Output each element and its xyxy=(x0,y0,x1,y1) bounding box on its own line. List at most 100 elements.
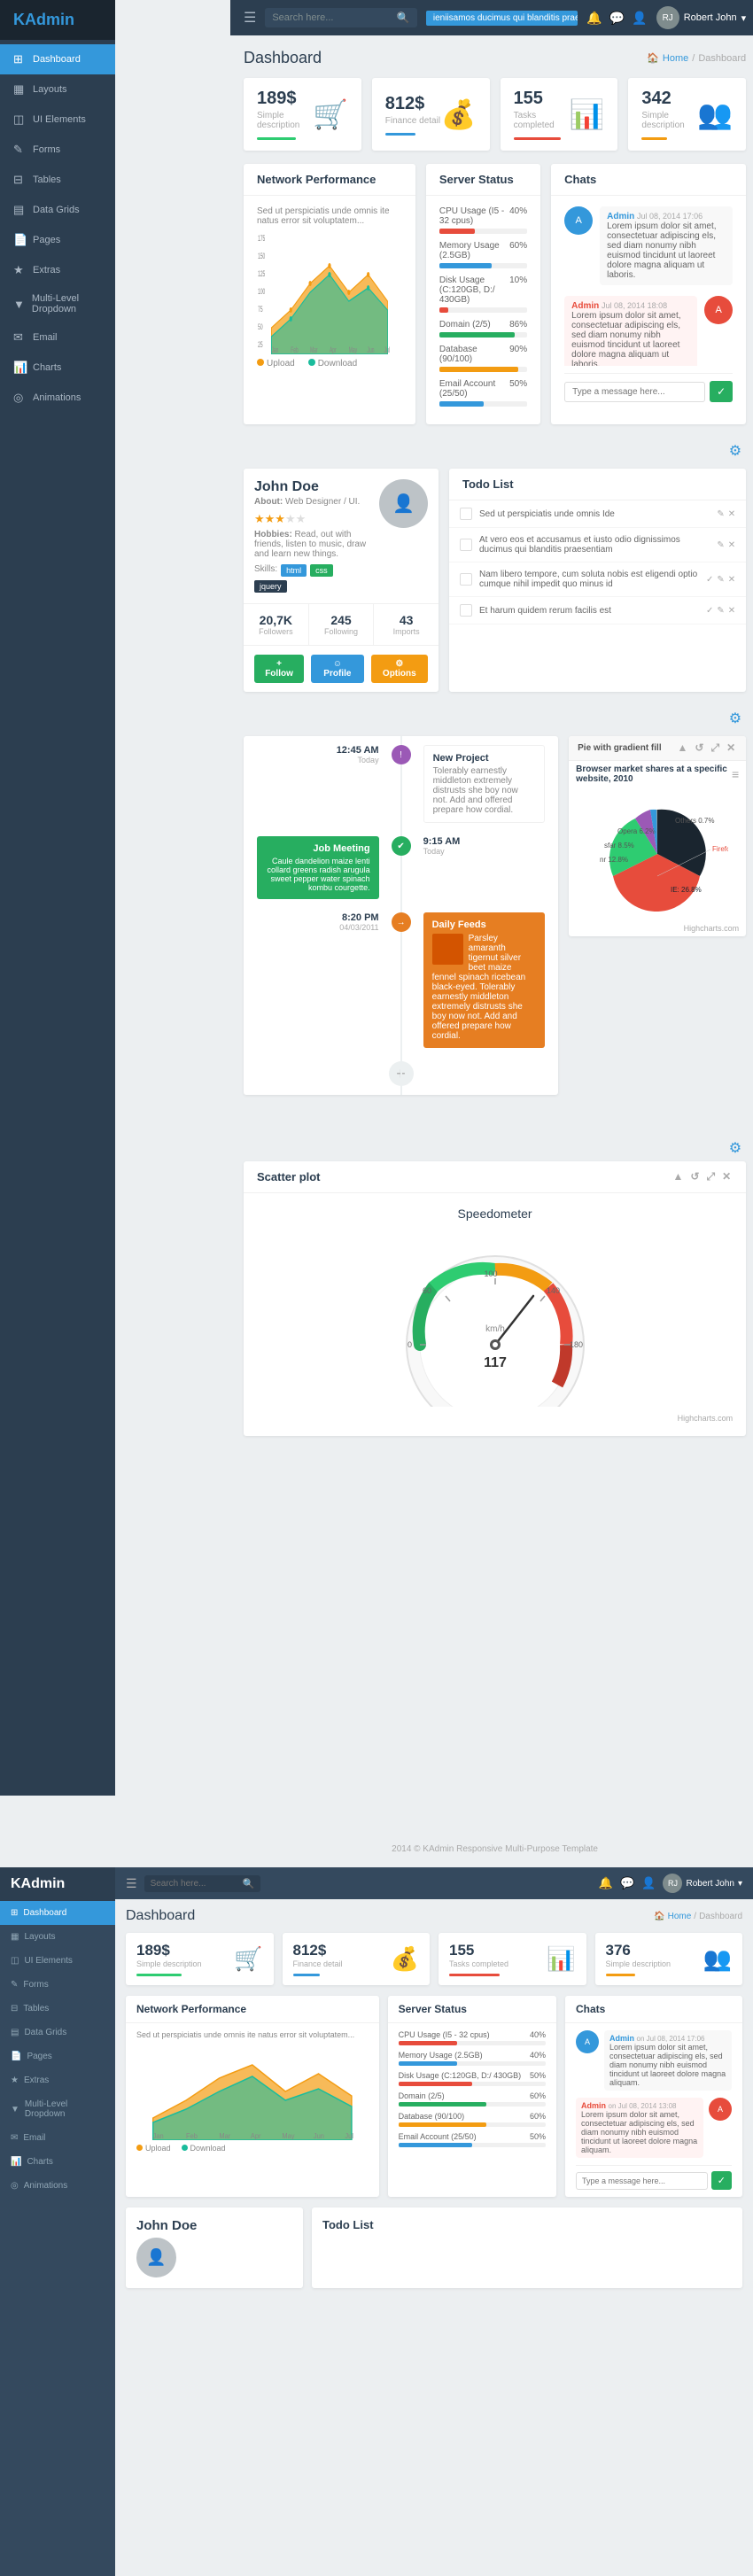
gear-button-2[interactable]: ⚙ xyxy=(725,705,746,732)
breadcrumb-home[interactable]: Home xyxy=(663,53,688,64)
todo-check[interactable] xyxy=(460,508,472,520)
stat-cards: 189$ Simple description 🛒 812$ Finance d… xyxy=(244,78,746,151)
chat-send-button[interactable]: ✓ xyxy=(710,381,733,402)
todo-check-icon[interactable]: ✓ xyxy=(706,575,713,585)
scatter-title: Scatter plot xyxy=(257,1170,321,1183)
timeline-dot-0: ! xyxy=(392,745,411,764)
progress-row-1: Memory Usage (2.5GB)60% xyxy=(439,241,527,268)
s2-chat-input[interactable] xyxy=(576,2172,708,2190)
breadcrumb: 🏠 Home / Dashboard xyxy=(647,52,746,64)
svg-text:175: 175 xyxy=(258,233,265,243)
s2-chat-avatar: A xyxy=(576,2030,599,2053)
s2-user-icon[interactable]: 👤 xyxy=(641,1876,656,1890)
sidebar2: KAdmin ⊞Dashboard ▦Layouts ◫UI Elements … xyxy=(0,1867,115,2576)
todo-delete-icon[interactable]: ✕ xyxy=(728,575,735,585)
chat-input[interactable] xyxy=(564,382,705,402)
s2-home-link[interactable]: Home xyxy=(668,1912,692,1921)
s2-item-ui[interactable]: ◫UI Elements xyxy=(0,1949,115,1973)
s2-chat-bubble-2: Admin on Jul 08, 2014 13:08 Lorem ipsum … xyxy=(576,2098,703,2158)
network-title: Network Performance xyxy=(257,173,376,186)
scatter-close-btn[interactable]: ✕ xyxy=(720,1170,733,1183)
scatter-body: Speedometer xyxy=(244,1193,746,1436)
s2-dashboard-icon: ⊞ xyxy=(11,1908,18,1918)
datagrids-icon: ▤ xyxy=(13,203,26,217)
sidebar-item-dashboard[interactable]: ⊞ Dashboard xyxy=(0,44,115,74)
topbar-user[interactable]: RJ Robert John ▾ xyxy=(656,6,746,29)
todo-check[interactable] xyxy=(460,539,472,551)
sidebar: KAdmin ⊞ Dashboard ▦ Layouts ◫ UI Elemen… xyxy=(0,0,115,1796)
pie-expand-btn[interactable]: ⤢ xyxy=(709,741,721,755)
gear-button[interactable]: ⚙ xyxy=(725,438,746,464)
cart-icon: 🛒 xyxy=(313,97,348,131)
s2-cart-icon: 🛒 xyxy=(234,1945,262,1973)
follow-button[interactable]: + Follow xyxy=(254,655,304,683)
gear-button-3[interactable]: ⚙ xyxy=(725,1135,746,1161)
s2-topbar-user[interactable]: RJ Robert John ▾ xyxy=(663,1874,742,1893)
sidebar-item-charts[interactable]: 📊 Charts xyxy=(0,353,115,383)
sidebar-item-email[interactable]: ✉ Email xyxy=(0,322,115,353)
sidebar-item-extras[interactable]: ★ Extras xyxy=(0,255,115,285)
sidebar-item-pages[interactable]: 📄 Pages xyxy=(0,225,115,255)
s2-profile-name: John Doe xyxy=(136,2218,292,2233)
s2-stat-card-2: 155 Tasks completed 📊 xyxy=(439,1933,586,1985)
s2-chart-area: Jan Feb Mar Apr May Jun Jul xyxy=(136,2043,369,2140)
s2-chat-send-button[interactable]: ✓ xyxy=(711,2171,732,2190)
s2-profile-start: John Doe 👤 xyxy=(126,2207,303,2288)
pie-close-btn[interactable]: ✕ xyxy=(725,741,737,755)
chat-topbar-icon[interactable]: 💬 xyxy=(609,11,625,26)
scatter-collapse-btn[interactable]: ▲ xyxy=(671,1170,686,1183)
todo-edit-icon[interactable]: ✎ xyxy=(717,606,724,616)
todo-delete-icon[interactable]: ✕ xyxy=(728,540,735,550)
bell-icon[interactable]: 🔔 xyxy=(586,11,602,26)
sidebar-item-layouts[interactable]: ▦ Layouts xyxy=(0,74,115,105)
s2-item-forms[interactable]: ✎Forms xyxy=(0,1973,115,1997)
s2-item-charts[interactable]: 📊Charts xyxy=(0,2150,115,2174)
sidebar-item-data-grids[interactable]: ▤ Data Grids xyxy=(0,195,115,225)
s2-item-datagrids[interactable]: ▤Data Grids xyxy=(0,2021,115,2045)
s2-item-tables[interactable]: ⊟Tables xyxy=(0,1997,115,2021)
user-topbar-icon[interactable]: 👤 xyxy=(632,11,647,26)
profile-button[interactable]: ☺ Profile xyxy=(311,655,364,683)
todo-edit-icon[interactable]: ✎ xyxy=(717,540,724,550)
s2-item-multilevel[interactable]: ▼Multi-Level Dropdown xyxy=(0,2092,115,2126)
sidebar-item-multilevel[interactable]: ▼ Multi-Level Dropdown xyxy=(0,285,115,322)
todo-item-2: Nam libero tempore, cum soluta nobis est… xyxy=(449,563,746,597)
todo-delete-icon[interactable]: ✕ xyxy=(728,509,735,519)
s2-item-pages[interactable]: 📄Pages xyxy=(0,2045,115,2068)
todo-check-icon[interactable]: ✓ xyxy=(706,606,713,616)
pie-refresh-btn[interactable]: ↺ xyxy=(693,741,705,755)
todo-delete-icon[interactable]: ✕ xyxy=(728,606,735,616)
s2-item-animations[interactable]: ◎Animations xyxy=(0,2174,115,2198)
s2-item-email[interactable]: ✉Email xyxy=(0,2126,115,2150)
sidebar-item-ui-elements[interactable]: ◫ UI Elements xyxy=(0,105,115,135)
menu-icon[interactable]: ☰ xyxy=(244,9,256,27)
server-status-panel: Server Status CPU Usage (I5 - 32 cpus)40… xyxy=(426,164,540,424)
todo-edit-icon[interactable]: ✎ xyxy=(717,575,724,585)
skill-label: Skills: xyxy=(254,564,277,577)
sidebar-item-forms[interactable]: ✎ Forms xyxy=(0,135,115,165)
scatter-refresh-btn[interactable]: ↺ xyxy=(688,1170,701,1183)
todo-text: At vero eos et accusamus et iusto odio d… xyxy=(479,535,710,555)
s2-item-extras[interactable]: ★Extras xyxy=(0,2068,115,2092)
scatter-expand-btn[interactable]: ⤢ xyxy=(704,1170,717,1183)
todo-check[interactable] xyxy=(460,604,472,617)
sidebar-label: Animations xyxy=(33,392,81,403)
options-button[interactable]: ⚙ Options xyxy=(371,655,428,683)
todo-check[interactable] xyxy=(460,573,472,586)
s2-search-input[interactable] xyxy=(151,1879,239,1889)
s2-item-layouts[interactable]: ▦Layouts xyxy=(0,1925,115,1949)
s2-menu-icon[interactable]: ☰ xyxy=(126,1876,137,1891)
s2-bell-icon[interactable]: 🔔 xyxy=(599,1876,613,1890)
search-input[interactable] xyxy=(272,12,392,23)
download-legend: Download xyxy=(308,359,357,369)
speedometer-svg: 100 140 180 60 0 220 km/h xyxy=(371,1230,619,1407)
s2-item-dashboard[interactable]: ⊞Dashboard xyxy=(0,1901,115,1925)
todo-edit-icon[interactable]: ✎ xyxy=(717,509,724,519)
sidebar-item-tables[interactable]: ⊟ Tables xyxy=(0,165,115,195)
sidebar-item-animations[interactable]: ◎ Animations xyxy=(0,383,115,413)
pie-menu-icon[interactable]: ≡ xyxy=(732,767,739,781)
pie-collapse-btn[interactable]: ▲ xyxy=(676,741,690,755)
chat-message-1: Admin Jul 08, 2014 18:08 Lorem ipsum dol… xyxy=(564,296,733,366)
ui-icon: ◫ xyxy=(13,113,26,127)
s2-chat-icon[interactable]: 💬 xyxy=(620,1876,634,1890)
